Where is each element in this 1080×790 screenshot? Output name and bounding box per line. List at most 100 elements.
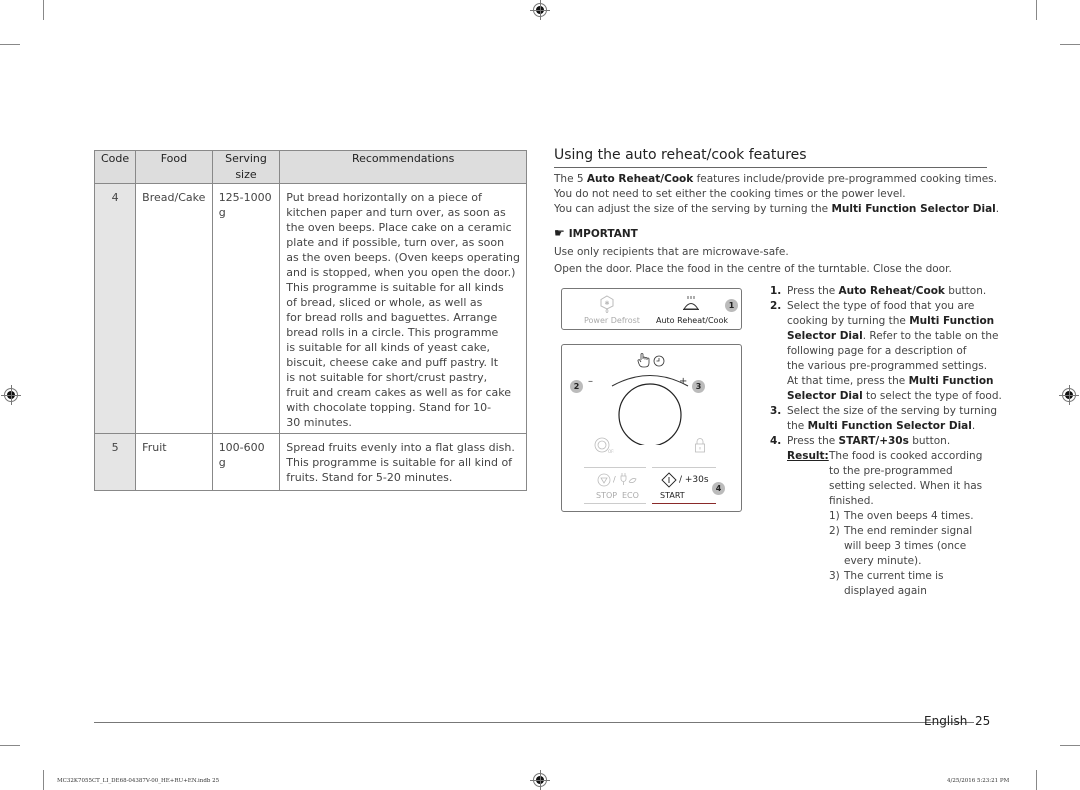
step-line: the Multi Function Selector Dial. bbox=[787, 419, 990, 434]
step-number: 3. bbox=[770, 405, 782, 417]
sub-line: displayed again bbox=[844, 585, 927, 597]
header-code: Code bbox=[93, 150, 137, 184]
bold-text: Auto Reheat/Cook bbox=[586, 173, 694, 185]
step-number: 1. bbox=[770, 285, 782, 297]
sub-number: 2) bbox=[829, 525, 840, 537]
text: the bbox=[787, 420, 808, 432]
note-open-door: Open the door. Place the food in the cen… bbox=[554, 263, 952, 275]
page-footer: English 25 bbox=[924, 714, 990, 728]
result-sub-item: 3) The current time is displayed again bbox=[770, 569, 990, 599]
step-2: 2. Select the type of food that you are … bbox=[770, 299, 1002, 404]
text: . bbox=[971, 420, 976, 432]
text: . bbox=[995, 203, 1000, 215]
power-off-icon[interactable]: OFF bbox=[594, 437, 614, 455]
crop-mark bbox=[0, 745, 20, 746]
step-line: At that time, press the Multi Function bbox=[787, 374, 994, 389]
crop-mark bbox=[1036, 0, 1037, 20]
svg-text:✱: ✱ bbox=[604, 300, 609, 307]
recommendation-line: kitchen paper and turn over, as soon as bbox=[286, 206, 506, 219]
stop-icon[interactable] bbox=[597, 473, 611, 487]
crop-mark bbox=[1036, 770, 1037, 790]
header-food: Food bbox=[135, 150, 213, 184]
start-plus30s-button[interactable]: START bbox=[660, 491, 685, 500]
step-number: 2. bbox=[770, 300, 782, 312]
print-slug-file: MC32K7055CT_LI_DE68-04387V-00_HE+RU+EN.i… bbox=[57, 778, 220, 784]
bold-text: Multi Function Selector Dial bbox=[807, 420, 972, 432]
step-3: 3. Select the size of the serving by tur… bbox=[770, 404, 997, 434]
recommendation-line: 30 minutes. bbox=[286, 416, 352, 429]
step-line: Select the size of the serving by turnin… bbox=[787, 404, 997, 419]
recommendation-line: plate and if possible, turn over, as soo… bbox=[286, 236, 505, 249]
text: Press the bbox=[787, 435, 839, 447]
text: . Refer to the table on the bbox=[862, 330, 999, 342]
important-label: IMPORTANT bbox=[568, 228, 638, 240]
step-line: Selector Dial to select the type of food… bbox=[787, 389, 1002, 404]
eco-label: ECO bbox=[622, 491, 639, 500]
step-4: 4. Press the START/+30s button. bbox=[770, 434, 990, 449]
bold-text: Selector Dial bbox=[787, 390, 863, 402]
recommendation-line: fruits. Stand for 5-20 minutes. bbox=[286, 471, 453, 484]
step-1: 1. Press the Auto Reheat/Cook button. bbox=[770, 284, 990, 299]
text: Press the bbox=[787, 285, 839, 297]
table-header-row: Code Food Serving size Recommendations bbox=[93, 150, 527, 184]
text: features include/provide pre-programmed … bbox=[693, 173, 997, 185]
text: button. bbox=[944, 285, 987, 297]
clock-icon bbox=[653, 355, 665, 367]
recommendation-line: Put bread horizontally on a piece of bbox=[286, 191, 482, 204]
recommendation-line: and is stopped, when you open the door.) bbox=[286, 266, 516, 279]
start-diamond-icon[interactable] bbox=[661, 472, 677, 488]
crop-mark bbox=[1060, 44, 1080, 45]
recommendation-line: fruit and cream cakes as well as for cak… bbox=[286, 386, 511, 399]
bold-text: Multi Function bbox=[909, 315, 995, 327]
stop-label: STOP bbox=[596, 491, 618, 500]
registration-mark-icon bbox=[1059, 385, 1079, 405]
cell-recommendation: Put bread horizontally on a piece of kit… bbox=[279, 183, 527, 434]
panel-mode-buttons: ✱ Power Defrost Auto Reheat/Cook 1 bbox=[561, 288, 742, 330]
result-line: to the pre-programmed bbox=[829, 465, 953, 477]
important-heading: ☛ IMPORTANT bbox=[554, 226, 638, 240]
language-label: English bbox=[924, 714, 968, 728]
result-sub-item: 1) The oven beeps 4 times. bbox=[770, 509, 990, 524]
sub-line: every minute). bbox=[844, 555, 922, 567]
slash: / bbox=[613, 475, 616, 484]
divider bbox=[584, 503, 646, 504]
recommendation-line: is suitable for all kinds of yeast cake, bbox=[286, 341, 490, 354]
crop-mark bbox=[43, 770, 44, 790]
note-microwave-safe: Use only recipients that are microwave-s… bbox=[554, 246, 789, 258]
result-sub-item: 2) The end reminder signal will beep 3 t… bbox=[770, 524, 990, 569]
recommendation-line: biscuit, cheese cake and puff pastry. It bbox=[286, 356, 499, 369]
divider bbox=[584, 467, 646, 468]
table-row: 4 Bread/Cake 125-1000 g Put bread horizo… bbox=[93, 183, 527, 434]
cell-serving-size: 100-600 g bbox=[211, 433, 281, 491]
result-line: finished. bbox=[829, 495, 874, 507]
cell-code: 4 bbox=[93, 183, 137, 434]
bold-text: START/+30s bbox=[838, 435, 909, 447]
registration-mark-icon bbox=[1, 385, 21, 405]
recommendation-line: the oven beeps. Place cake on a ceramic bbox=[286, 221, 512, 234]
step-line: Select the type of food that you are bbox=[787, 299, 990, 314]
header-recommendations: Recommendations bbox=[279, 150, 527, 184]
title-divider bbox=[554, 167, 987, 168]
power-defrost-button[interactable]: Power Defrost bbox=[584, 316, 640, 325]
pointing-hand-icon: ☛ bbox=[554, 226, 565, 240]
sub-number: 3) bbox=[829, 570, 840, 582]
text: You can adjust the size of the serving b… bbox=[554, 203, 832, 215]
step-line: the various pre-programmed settings. bbox=[787, 359, 990, 374]
defrost-icon: ✱ bbox=[600, 295, 614, 313]
auto-cook-table: Code Food Serving size Recommendations 4… bbox=[93, 150, 527, 491]
intro-paragraph-2: You do not need to set either the cookin… bbox=[554, 188, 906, 200]
cloche-icon bbox=[683, 296, 699, 310]
footer-rule bbox=[94, 722, 974, 723]
sub-line: will beep 3 times (once bbox=[844, 540, 967, 552]
eco-plug-icon[interactable] bbox=[619, 472, 637, 486]
bold-text: Multi Function Selector Dial bbox=[831, 203, 996, 215]
table-row: 5 Fruit 100-600 g Spread fruits evenly i… bbox=[93, 433, 527, 491]
text: the various pre-programmed settings. bbox=[787, 360, 988, 372]
text: At that time, press the bbox=[787, 375, 909, 387]
result-block: Result: The food is cooked according to … bbox=[770, 449, 990, 509]
child-lock-icon[interactable] bbox=[694, 437, 706, 453]
multi-function-selector-dial[interactable] bbox=[594, 369, 706, 445]
recommendation-line: for bread rolls and baguettes. Arrange bbox=[286, 311, 498, 324]
auto-reheat-cook-button[interactable]: Auto Reheat/Cook bbox=[656, 316, 728, 325]
step-number: 4. bbox=[770, 435, 782, 447]
